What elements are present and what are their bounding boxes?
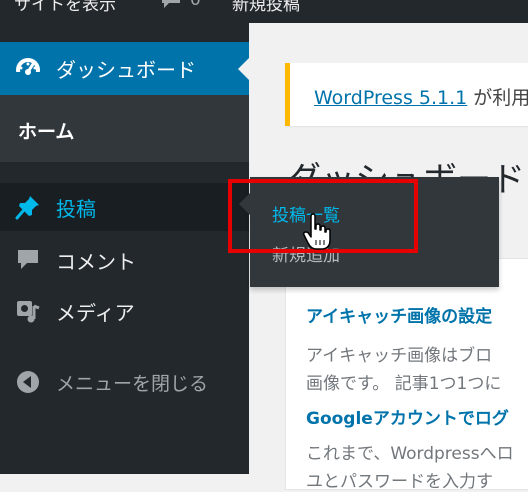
media-icon [14,297,42,325]
feed-item-excerpt: 画像です。 記事1つ1つに [306,374,502,394]
admin-bar: サイトを表示 0 新規投稿 [0,0,528,23]
pushpin-icon [14,193,42,221]
collapse-arrow-icon [14,368,42,396]
menu-label-collapse: メニューを閉じる [56,372,209,395]
view-site-link[interactable]: サイトを表示 [14,0,116,15]
feed-item-title[interactable]: Googleアカウントでログ [306,404,509,429]
admin-bar-comments[interactable]: 0 [160,0,201,10]
submenu-item-home[interactable]: ホーム [18,117,74,144]
wordpress-version-link[interactable]: WordPress 5.1.1 [314,87,467,109]
dashboard-gauge-icon [16,57,40,82]
hand-pointer-icon [303,213,331,250]
menu-label-dashboard: ダッシュボード [56,58,196,82]
feed-item-excerpt: アイキャッチ画像はブロ [306,346,493,366]
menu-item-posts[interactable]: 投稿 [0,183,249,231]
menu-label-media: メディア [56,300,135,325]
admin-sidebar: ダッシュボード ホーム 投稿 コメント メディア メニューを閉じる [0,23,249,474]
new-post-link[interactable]: 新規投稿 [232,0,300,15]
menu-item-comments[interactable]: コメント [0,236,249,284]
feed-item-excerpt: これまで、Wordpressへロ [306,444,514,464]
menu-item-media[interactable]: メディア [0,287,249,335]
menu-item-dashboard[interactable]: ダッシュボード [0,42,249,95]
collapse-menu-button[interactable]: メニューを閉じる [0,358,249,406]
feed-item-title[interactable]: アイキャッチ画像の設定 [306,302,492,327]
notice-text: が利用 [467,87,528,109]
feed-item-excerpt: ユとパスワードを入力す [306,472,493,492]
comment-icon [162,0,180,8]
speech-bubble-icon [14,246,42,274]
comments-count: 0 [190,0,201,10]
menu-label-posts: 投稿 [56,196,96,221]
current-menu-arrow [238,58,249,80]
update-notice: WordPress 5.1.1 が利用 [285,63,528,126]
news-panel: アイキャッチ画像の設定 アイキャッチ画像はブロ 画像です。 記事1つ1つに Go… [285,258,528,492]
menu-label-comments: コメント [56,249,136,274]
